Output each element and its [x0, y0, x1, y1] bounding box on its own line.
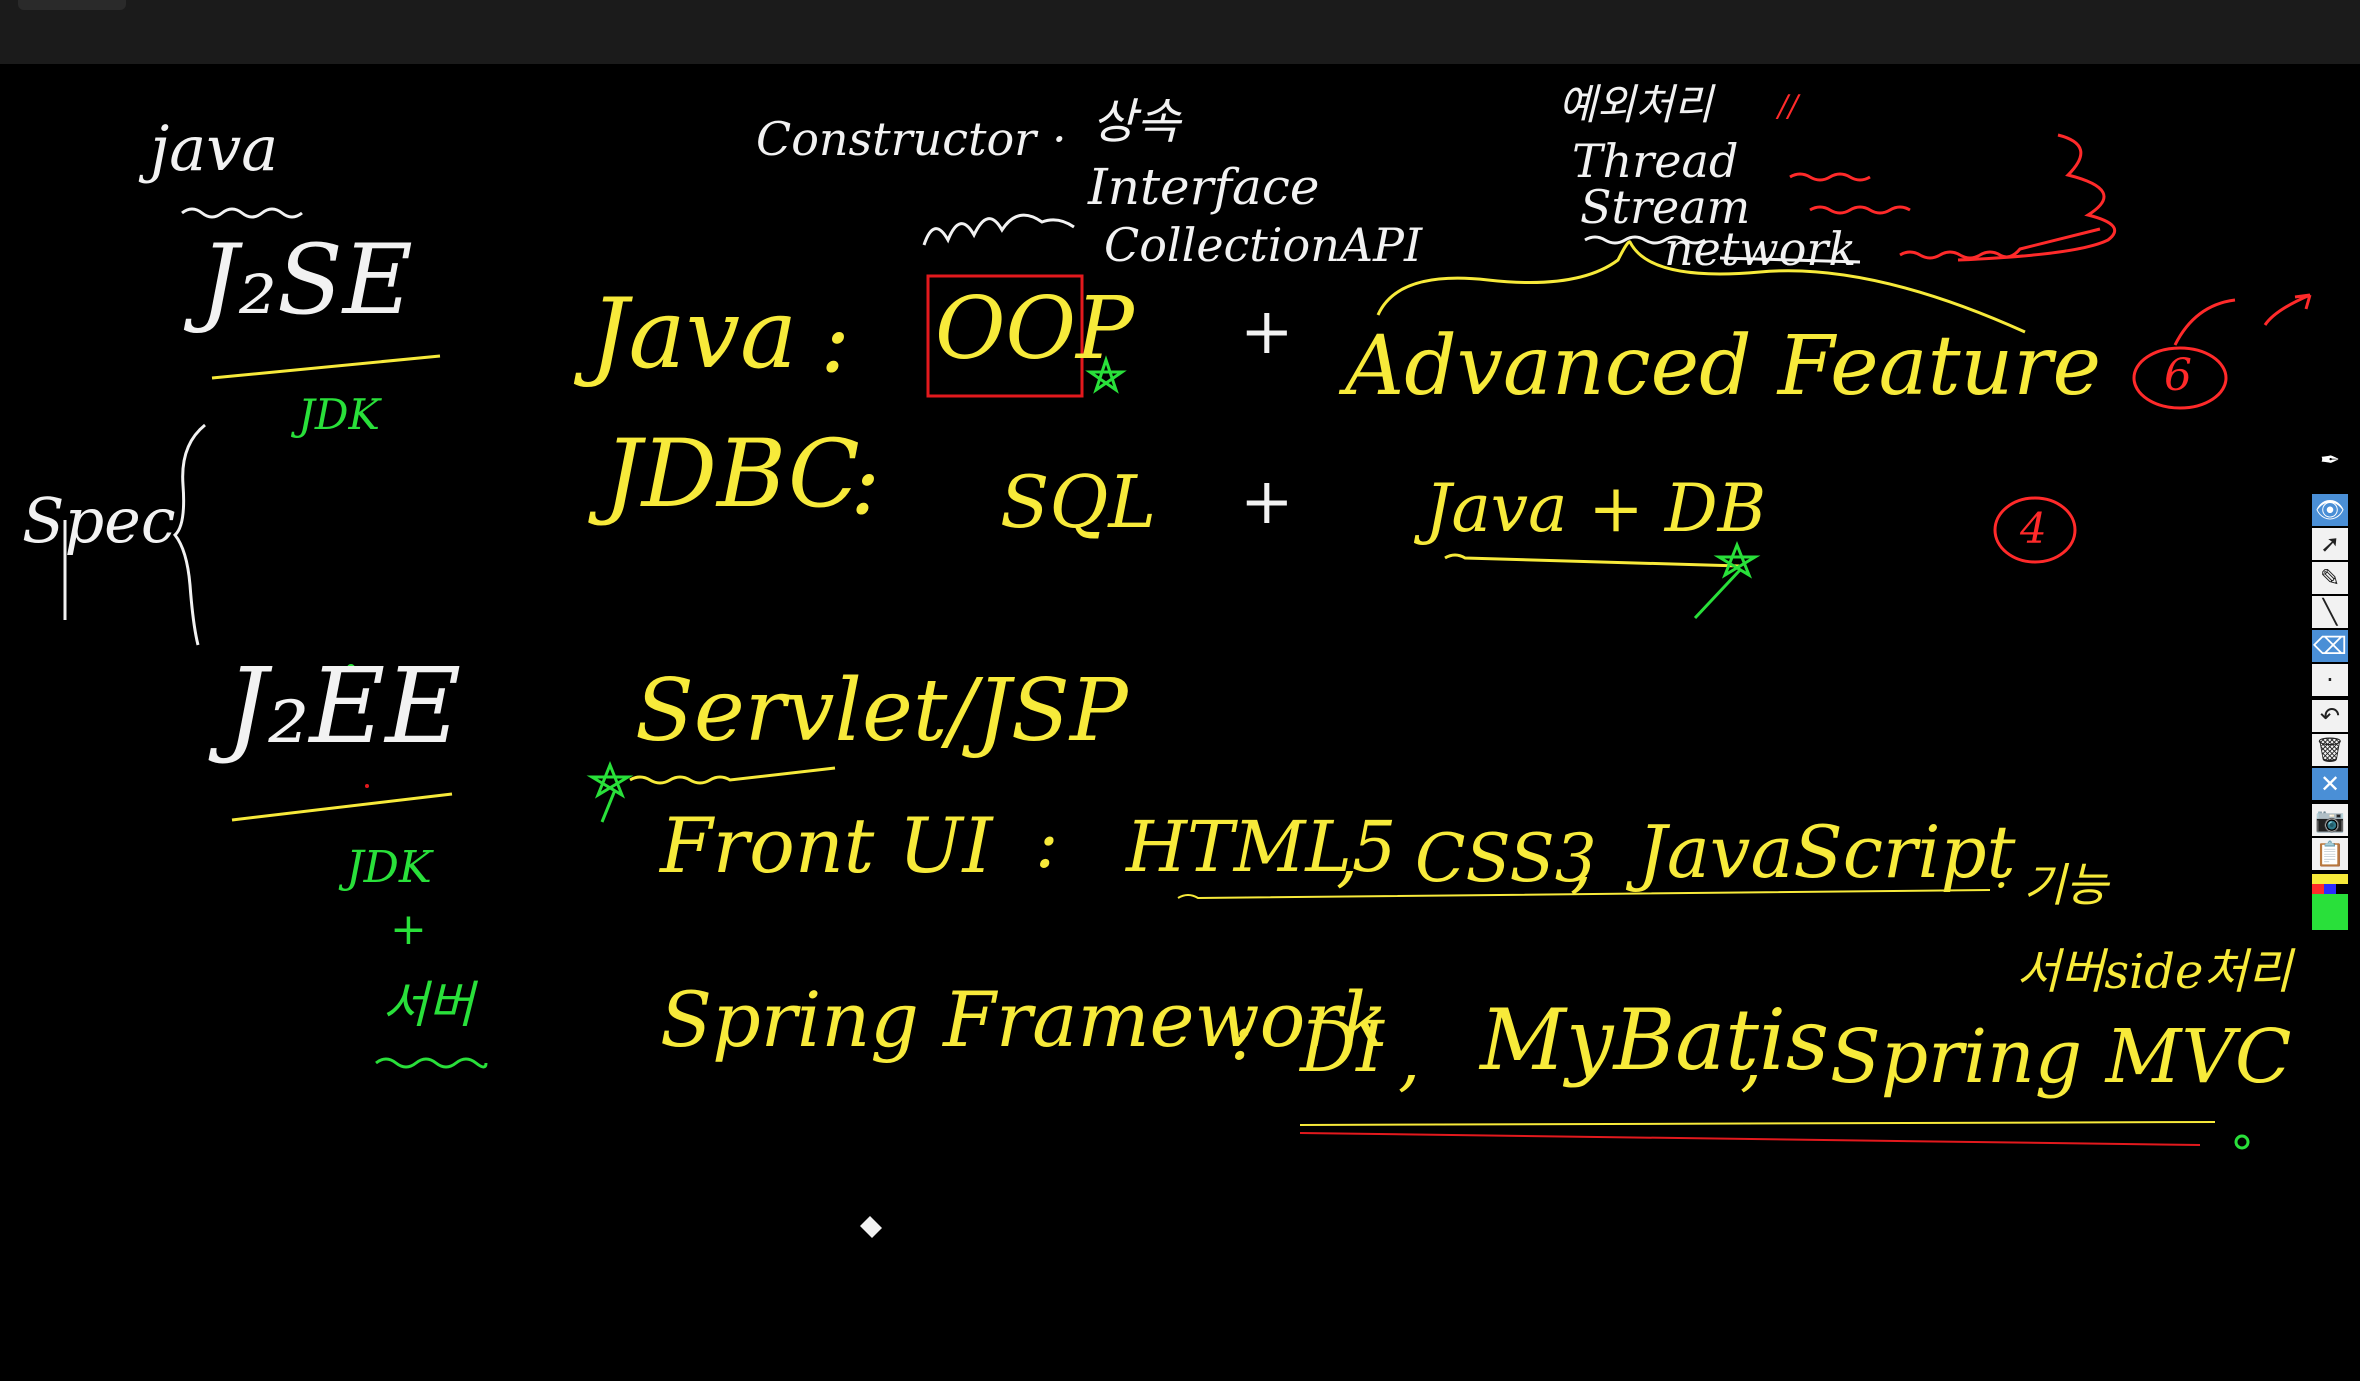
highlighter-icon[interactable]: ✎	[2312, 562, 2348, 594]
note-dot: ·	[1052, 112, 1067, 166]
row-jdbc-plus: +	[1240, 465, 1294, 539]
row-oop: OOP	[935, 279, 1134, 379]
clear-icon[interactable]: ✕	[2312, 768, 2348, 800]
note-exception-mark: //	[1778, 89, 1799, 124]
row-sql: SQL	[1000, 460, 1157, 544]
eye-icon[interactable]: 👁	[2312, 494, 2348, 526]
row-server-side: 서버side처리	[2016, 944, 2292, 1000]
line-icon[interactable]: ╲	[2312, 596, 2348, 628]
label-jdk-2: JDK	[346, 842, 432, 893]
row-di: DI	[1300, 1006, 1384, 1088]
row-comma-3: ,	[1398, 1018, 1421, 1100]
label-server: 서버	[382, 976, 474, 1034]
note-interface: Interface	[1088, 158, 1320, 216]
row-count-6: 6	[2164, 350, 2192, 401]
clipboard-icon[interactable]: 📋	[2312, 838, 2348, 870]
label-spec: Spec	[22, 484, 176, 557]
row-comma-1: ,	[1336, 814, 1359, 896]
label-jdk-1: JDK	[298, 390, 380, 439]
note-network: network	[1664, 222, 1857, 276]
color-black[interactable]	[2336, 884, 2348, 894]
color-red[interactable]	[2312, 884, 2324, 894]
row-jdbc-label: JDBC	[604, 420, 860, 529]
pointer-icon[interactable]: ➚	[2312, 528, 2348, 560]
row-spring-framework: Spring Framework	[660, 975, 1388, 1064]
row-java-colon: :	[820, 288, 851, 393]
row-java-label: Java	[590, 278, 798, 390]
note-collection: CollectionAPI	[1104, 218, 1423, 272]
trash-icon[interactable]: 🗑	[2312, 734, 2348, 766]
color-green[interactable]	[2312, 894, 2348, 930]
note-exception: 예외처리	[1558, 80, 1713, 129]
note-thread: Thread	[1572, 134, 1739, 188]
row-servlet: Servlet/JSP	[635, 661, 1128, 761]
window-tab[interactable]	[18, 0, 126, 10]
note-constructor: Constructor	[756, 112, 1037, 166]
row-mybatis: MyBatis	[1480, 991, 1830, 1089]
row-front-ui: Front UI	[660, 801, 993, 890]
row-skill: · 기능	[1994, 858, 2108, 912]
row-javascript: JavaScript	[1638, 810, 2016, 894]
note-inheritance: 상속	[1092, 94, 1181, 150]
row-jdbc-colon: :	[850, 430, 881, 535]
row-comma-2: ,	[1570, 820, 1593, 902]
window-top-bar	[0, 0, 2360, 64]
label-j2se: J₂SE	[200, 224, 413, 336]
undo-icon[interactable]: ↶	[2312, 700, 2348, 732]
eraser-icon[interactable]: ⌫	[2312, 630, 2348, 662]
row-java-db: Java + DB	[1425, 470, 1767, 547]
row-spring-colon: :	[1230, 994, 1254, 1076]
pen-icon[interactable]: ✒	[2312, 444, 2348, 476]
row-java-plus: +	[1240, 295, 1294, 369]
color-yellow[interactable]	[2312, 874, 2348, 884]
row-count-4: 4	[2020, 504, 2047, 553]
row-spring-mvc: Spring MVC	[1830, 1014, 2292, 1100]
color-blue[interactable]	[2324, 884, 2336, 894]
label-j2ee: J₂EE	[226, 645, 462, 767]
label-java: java	[150, 112, 279, 185]
row-comma-4: ,	[1740, 1018, 1763, 1100]
row-advanced-feature: Advanced Feature	[1345, 319, 2102, 414]
pen-toolbar: ✒ 👁 ➚ ✎ ╲ ⌫ · ↶ 🗑 ✕ 📷 📋	[2309, 444, 2351, 976]
dot-icon[interactable]: ·	[2312, 664, 2348, 696]
camera-icon[interactable]: 📷	[2312, 804, 2348, 836]
row-front-colon: :	[1035, 802, 1059, 884]
label-plus-left: +	[390, 904, 427, 955]
